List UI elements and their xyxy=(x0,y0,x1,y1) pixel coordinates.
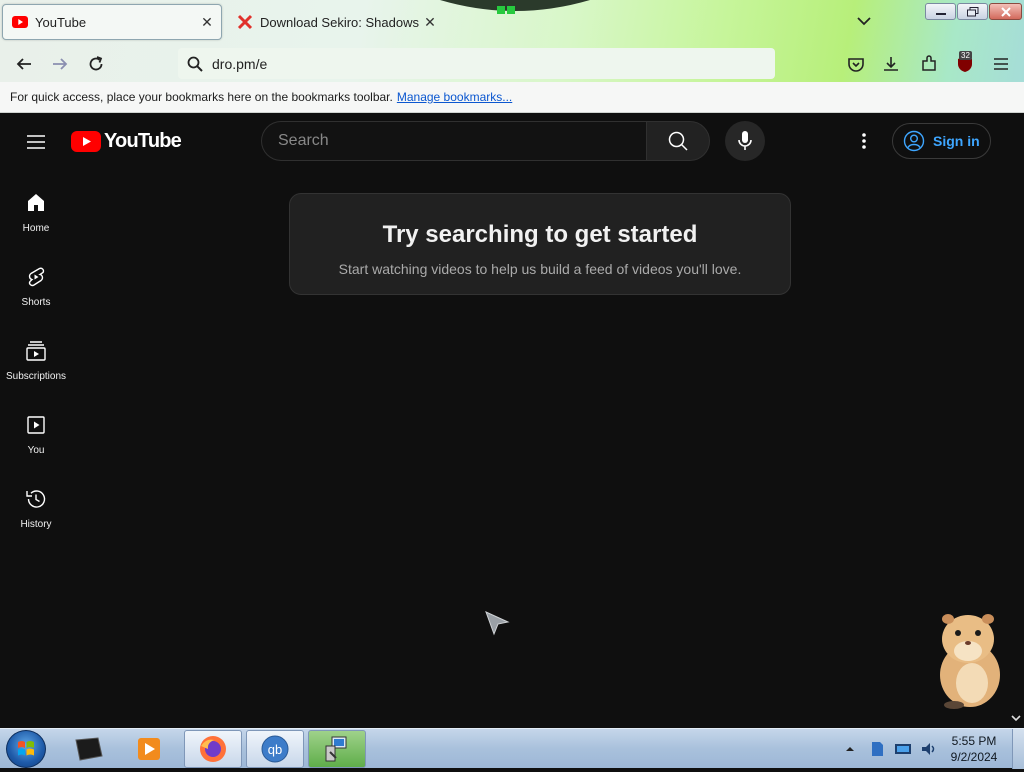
system-tray xyxy=(843,735,943,763)
restore-icon xyxy=(966,6,978,16)
settings-more-button[interactable] xyxy=(852,129,876,153)
history-icon xyxy=(26,490,46,508)
youtube-page: YouTube Sign in Home Shorts Subscription… xyxy=(0,113,1024,728)
tab-title: Download Sekiro: Shadows Die xyxy=(260,14,420,30)
guide-item-subscriptions[interactable]: Subscriptions xyxy=(0,335,72,399)
browser-chrome: YouTube ✕ Download Sekiro: Shadows Die ✕ xyxy=(0,0,1024,113)
forward-button[interactable] xyxy=(46,50,74,78)
app-menu-button[interactable] xyxy=(990,53,1012,75)
tab-bar: YouTube ✕ Download Sekiro: Shadows Die ✕ xyxy=(0,0,1024,44)
taskbar-app-media-player[interactable] xyxy=(120,730,178,768)
start-button[interactable] xyxy=(6,730,46,768)
puzzle-icon xyxy=(922,55,936,71)
mouse-pointer-icon xyxy=(485,611,510,636)
youtube-logo-icon xyxy=(71,130,101,152)
action-center-icon[interactable] xyxy=(867,739,887,759)
tab-title: YouTube xyxy=(35,14,87,30)
clock-time: 5:55 PM xyxy=(951,734,997,748)
guide-item-home[interactable]: Home xyxy=(0,187,72,251)
guide-label: Home xyxy=(22,223,50,234)
guide-label: Shorts xyxy=(21,297,51,308)
bookmarks-hint: For quick access, place your bookmarks h… xyxy=(10,90,393,104)
tab-close-icon[interactable]: ✕ xyxy=(197,14,217,31)
voice-search-button[interactable] xyxy=(725,121,765,161)
home-icon xyxy=(28,194,44,211)
empty-feed-subtitle: Start watching videos to help us build a… xyxy=(338,261,742,277)
taskbar: qb 5:55 PM 9/2/2024 xyxy=(0,728,1024,769)
window-close-button[interactable] xyxy=(989,3,1022,20)
search-icon xyxy=(187,56,203,72)
hamburger-menu-icon xyxy=(994,58,1008,70)
taskbar-clock[interactable]: 5:55 PM 9/2/2024 xyxy=(943,733,1005,765)
guide-menu-button[interactable] xyxy=(24,130,48,154)
x-favicon xyxy=(237,14,253,30)
window-restore-button[interactable] xyxy=(957,3,988,20)
tab-sekiro[interactable]: Download Sekiro: Shadows Die ✕ xyxy=(228,4,444,40)
youtube-favicon xyxy=(12,16,28,28)
url-input[interactable] xyxy=(212,55,752,72)
empty-feed-card: Try searching to get started Start watch… xyxy=(289,193,791,295)
pocket-icon xyxy=(848,58,864,72)
youtube-logo[interactable]: YouTube xyxy=(71,129,182,152)
search-box[interactable] xyxy=(261,121,646,161)
search-button[interactable] xyxy=(646,121,710,161)
subscriptions-icon xyxy=(26,341,46,361)
extensions-button[interactable] xyxy=(918,53,940,75)
extension-badge: 32 xyxy=(959,51,972,60)
tab-close-icon[interactable]: ✕ xyxy=(420,14,440,31)
bookmarks-toolbar: For quick access, place your bookmarks h… xyxy=(0,82,1024,113)
taskbar-app-monitor[interactable] xyxy=(60,730,118,768)
guide-label: Subscriptions xyxy=(5,371,67,382)
url-bar[interactable] xyxy=(178,48,775,79)
chevron-down-icon[interactable] xyxy=(852,10,876,32)
download-icon xyxy=(884,57,898,71)
show-hidden-icons-icon[interactable] xyxy=(843,742,857,756)
close-icon xyxy=(1000,6,1011,17)
account-circle-icon xyxy=(903,130,925,152)
network-icon[interactable] xyxy=(893,739,913,759)
guide-label: History xyxy=(20,519,52,530)
arrow-left-icon xyxy=(16,58,31,70)
guide-item-shorts[interactable]: Shorts xyxy=(0,261,72,325)
microphone-icon xyxy=(738,131,752,150)
pocket-button[interactable] xyxy=(845,53,867,75)
search-icon xyxy=(668,131,688,151)
manage-bookmarks-link[interactable]: Manage bookmarks... xyxy=(397,90,512,104)
firefox-icon xyxy=(200,736,226,762)
show-desktop-button[interactable] xyxy=(1012,729,1024,769)
svg-text:qb: qb xyxy=(268,742,282,757)
you-icon xyxy=(27,416,45,434)
downloads-button[interactable] xyxy=(880,53,902,75)
theme-decoration xyxy=(440,0,590,14)
reload-button[interactable] xyxy=(82,50,110,78)
arrow-right-icon xyxy=(53,58,68,70)
guide-item-you[interactable]: You xyxy=(0,409,72,473)
shorts-icon xyxy=(28,267,45,287)
clock-date: 9/2/2024 xyxy=(950,750,998,764)
volume-icon[interactable] xyxy=(919,739,939,759)
search-input[interactable] xyxy=(278,132,618,150)
installer-icon xyxy=(325,736,347,762)
window-minimize-button[interactable] xyxy=(925,3,956,20)
taskbar-app-firefox[interactable] xyxy=(184,730,242,768)
media-player-icon xyxy=(138,738,160,760)
monitor-app-icon xyxy=(75,737,103,761)
guide-label: You xyxy=(27,445,45,456)
youtube-logo-text: YouTube xyxy=(104,129,182,152)
hamster-sticker-icon xyxy=(940,614,1000,709)
windows-logo-icon xyxy=(18,741,34,756)
guide-item-history[interactable]: History xyxy=(0,483,72,547)
sign-in-label: Sign in xyxy=(933,133,980,149)
taskbar-app-installer[interactable] xyxy=(308,730,366,768)
tab-youtube[interactable]: YouTube ✕ xyxy=(2,4,222,40)
empty-feed-title: Try searching to get started xyxy=(382,221,698,248)
scroll-down-icon[interactable] xyxy=(1009,711,1023,725)
sign-in-button[interactable]: Sign in xyxy=(892,123,991,159)
more-vert-icon xyxy=(862,133,866,149)
back-button[interactable] xyxy=(10,50,38,78)
reload-icon xyxy=(89,56,103,71)
taskbar-app-qbittorrent[interactable]: qb xyxy=(246,730,304,768)
minimize-icon xyxy=(935,12,946,15)
qbittorrent-icon: qb xyxy=(261,735,289,763)
